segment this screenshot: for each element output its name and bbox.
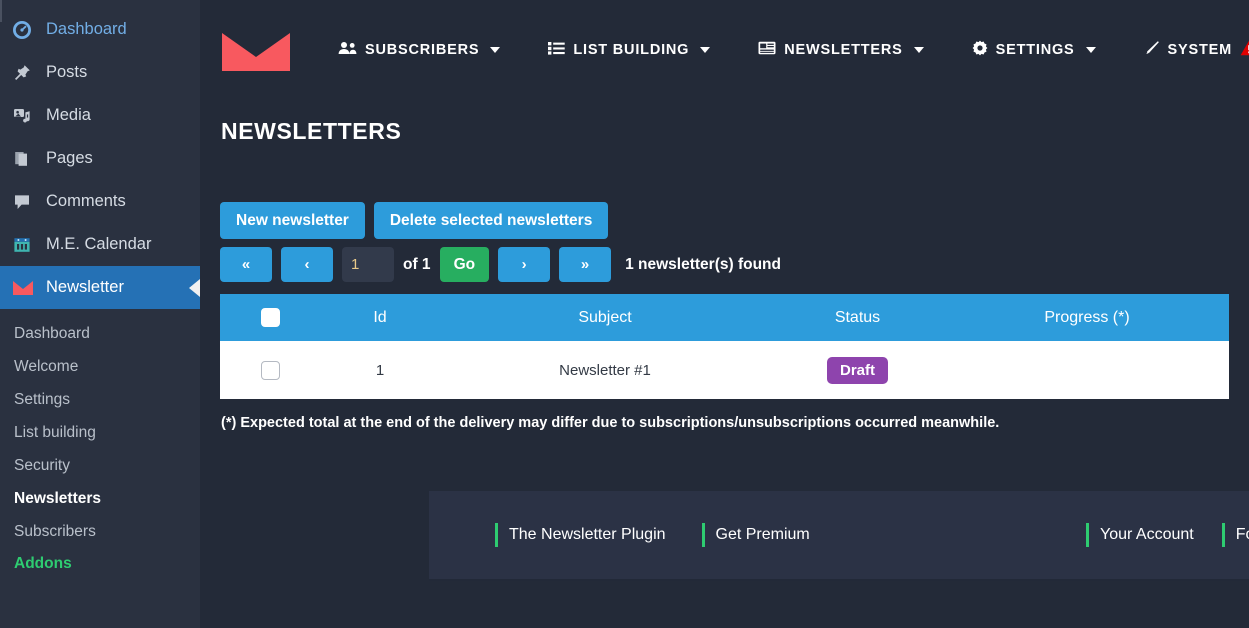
next-page-button[interactable]: › — [498, 247, 550, 282]
table-body: 1 Newsletter #1 Draft — [220, 341, 1229, 399]
warning-triangle-icon[interactable] — [1240, 40, 1249, 60]
newsletter-submenu: Dashboard Welcome Settings List building… — [0, 309, 200, 585]
pin-icon — [12, 63, 42, 83]
submenu-item-list-building[interactable]: List building — [0, 417, 200, 450]
chevron-down-icon — [700, 47, 710, 53]
submenu-item-addons[interactable]: Addons — [0, 548, 200, 581]
results-count-label: 1 newsletter(s) found — [625, 256, 781, 274]
sidebar-item-label: M.E. Calendar — [42, 236, 151, 253]
dashboard-icon — [12, 20, 42, 40]
sidebar-item-label: Dashboard — [42, 21, 127, 38]
sidebar-item-media[interactable]: Media — [0, 94, 200, 137]
pages-icon — [12, 149, 42, 169]
table-head: Id Subject Status Progress (*) — [220, 294, 1229, 341]
column-header-status[interactable]: Status — [770, 294, 945, 341]
select-all-header — [220, 294, 320, 341]
footer-link-the-newsletter-plugin[interactable]: The Newsletter Plugin — [495, 523, 666, 547]
nav-item-list-building[interactable]: LIST BUILDING — [524, 41, 734, 59]
submenu-item-settings[interactable]: Settings — [0, 384, 200, 417]
submenu-item-dashboard[interactable]: Dashboard — [0, 318, 200, 351]
status-badge: Draft — [827, 357, 888, 384]
table-row[interactable]: 1 Newsletter #1 Draft — [220, 341, 1229, 399]
submenu-item-newsletters[interactable]: Newsletters — [0, 483, 200, 516]
comments-icon — [12, 192, 42, 212]
footer-link-forum[interactable]: Forum — [1222, 523, 1249, 547]
prev-page-button[interactable]: ‹ — [281, 247, 333, 282]
media-icon — [12, 106, 42, 126]
sidebar-item-newsletter[interactable]: Newsletter — [0, 266, 200, 309]
envelope-icon — [12, 280, 42, 296]
chevron-down-icon — [914, 47, 924, 53]
sidebar-item-label: Pages — [42, 150, 93, 167]
submenu-item-welcome[interactable]: Welcome — [0, 351, 200, 384]
nav-item-settings[interactable]: SETTINGS — [948, 40, 1120, 60]
table-header-row: Id Subject Status Progress (*) — [220, 294, 1229, 341]
sidebar-item-label: Newsletter — [42, 279, 124, 296]
sidebar-item-me-calendar[interactable]: M.E. Calendar — [0, 223, 200, 266]
active-menu-arrow-icon — [189, 279, 200, 297]
sidebar-item-posts[interactable]: Posts — [0, 51, 200, 94]
nav-item-system[interactable]: SYSTEM — [1120, 40, 1249, 60]
wrench-icon — [1144, 40, 1160, 60]
first-page-button[interactable]: « — [220, 247, 272, 282]
list-icon — [548, 41, 565, 59]
nav-item-label: SETTINGS — [996, 42, 1075, 58]
submenu-item-subscribers[interactable]: Subscribers — [0, 516, 200, 549]
footer-right-links: Your Account Forum — [1086, 523, 1249, 547]
sidebar-item-label: Comments — [42, 193, 126, 210]
newsletter-toolbar: New newsletter Delete selected newslette… — [220, 202, 1249, 239]
nav-item-label: NEWSLETTERS — [784, 42, 902, 58]
plugin-top-nav: SUBSCRIBERS LIST BUILDING NEWSLETTERS — [200, 0, 1249, 100]
nav-item-subscribers[interactable]: SUBSCRIBERS — [314, 41, 524, 59]
sidebar-item-comments[interactable]: Comments — [0, 180, 200, 223]
footer-link-your-account[interactable]: Your Account — [1086, 523, 1194, 547]
cell-status: Draft — [770, 341, 945, 399]
sidebar-item-dashboard[interactable]: Dashboard — [0, 8, 200, 51]
page-total-label: of 1 — [403, 256, 431, 274]
chevron-down-icon — [1086, 47, 1096, 53]
nav-item-label: SUBSCRIBERS — [365, 42, 479, 58]
page-body: NEWSLETTERS New newsletter Delete select… — [200, 100, 1249, 431]
newsletters-table: Id Subject Status Progress (*) 1 Newslet… — [220, 294, 1229, 399]
page-title: NEWSLETTERS — [220, 100, 1249, 145]
gear-icon — [972, 40, 988, 60]
top-nav-links: SUBSCRIBERS LIST BUILDING NEWSLETTERS — [314, 40, 1249, 60]
newsletter-icon — [758, 41, 776, 59]
pagination-bar: « ‹ of 1 Go › » 1 newsletter(s) found — [220, 247, 1249, 282]
column-header-id[interactable]: Id — [320, 294, 440, 341]
cell-progress — [945, 341, 1229, 399]
column-header-progress[interactable]: Progress (*) — [945, 294, 1229, 341]
delete-selected-newsletters-button[interactable]: Delete selected newsletters — [374, 202, 608, 239]
newsletter-logo-icon[interactable] — [220, 27, 292, 73]
cell-id: 1 — [320, 341, 440, 399]
sidebar-item-label: Posts — [42, 64, 87, 81]
last-page-button[interactable]: » — [559, 247, 611, 282]
nav-item-label: SYSTEM — [1168, 42, 1232, 58]
main-content: SUBSCRIBERS LIST BUILDING NEWSLETTERS — [200, 0, 1249, 628]
row-select-cell — [220, 341, 320, 399]
footer-left-links: The Newsletter Plugin Get Premium — [495, 523, 810, 547]
new-newsletter-button[interactable]: New newsletter — [220, 202, 365, 239]
wp-admin-sidebar: Dashboard Posts Media Pages Comments — [0, 0, 200, 628]
calendar-icon — [12, 235, 42, 255]
nav-item-newsletters[interactable]: NEWSLETTERS — [734, 41, 947, 59]
plugin-footer: The Newsletter Plugin Get Premium Your A… — [429, 491, 1249, 581]
admin-screen: Dashboard Posts Media Pages Comments — [0, 0, 1249, 628]
nav-item-label: LIST BUILDING — [573, 42, 689, 58]
footer-link-get-premium[interactable]: Get Premium — [702, 523, 810, 547]
cell-subject[interactable]: Newsletter #1 — [440, 341, 770, 399]
go-button[interactable]: Go — [440, 247, 490, 282]
chevron-down-icon — [490, 47, 500, 53]
progress-footnote: (*) Expected total at the end of the del… — [220, 415, 1249, 431]
row-checkbox[interactable] — [261, 361, 280, 380]
sidebar-item-label: Media — [42, 107, 91, 124]
users-icon — [338, 41, 357, 59]
page-number-input[interactable] — [342, 247, 394, 282]
submenu-item-security[interactable]: Security — [0, 450, 200, 483]
column-header-subject[interactable]: Subject — [440, 294, 770, 341]
select-all-checkbox[interactable] — [261, 308, 280, 327]
sidebar-item-pages[interactable]: Pages — [0, 137, 200, 180]
